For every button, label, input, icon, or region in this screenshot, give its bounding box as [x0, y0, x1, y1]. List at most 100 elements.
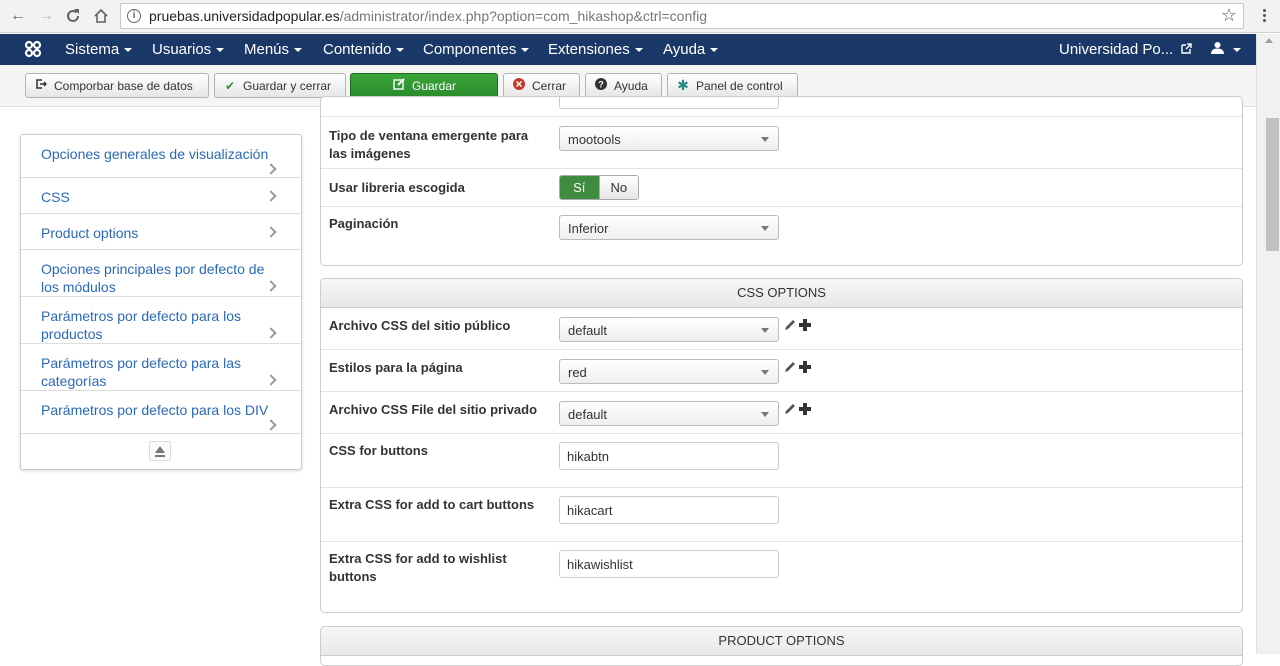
css-wishlist-label: Extra CSS for add to wishlist buttons	[329, 551, 507, 584]
menu-componentes-label: Componentes	[423, 41, 517, 58]
popup-type-select[interactable]: mootools	[559, 126, 779, 151]
css-backend-label: Archivo CSS File del sitio privado	[329, 402, 538, 417]
sign-out-icon	[34, 78, 48, 93]
site-link[interactable]: Universidad Po...	[1059, 41, 1193, 58]
plus-icon[interactable]	[798, 360, 812, 374]
collapse-menu-button[interactable]	[149, 441, 171, 461]
browser-toolbar: ← → i pruebas.universidadpopular.es/admi…	[0, 0, 1280, 33]
sidemenu-item-label: Parámetros por defecto para los DIV	[41, 402, 269, 418]
home-icon[interactable]	[91, 6, 111, 26]
css-frontend-label: Archivo CSS del sitio público	[329, 318, 511, 333]
css-style-label: Estilos para la página	[329, 360, 463, 375]
css-backend-select[interactable]: default	[559, 401, 779, 426]
pagination-label: Paginación	[329, 216, 399, 231]
menu-extensiones[interactable]: Extensiones	[548, 41, 643, 58]
chevron-right-icon	[265, 419, 277, 431]
chevron-down-icon	[396, 48, 405, 53]
chevron-down-icon	[124, 48, 133, 53]
sidemenu-item-modules[interactable]: Opciones principales por defecto de los …	[21, 250, 301, 297]
css-cart-row: Extra CSS for add to cart buttons hikaca…	[321, 488, 1242, 542]
sidemenu-item-label: CSS	[41, 189, 70, 205]
save-button[interactable]: Guardar	[350, 73, 498, 98]
url-path: /administrator/index.php?option=com_hika…	[339, 8, 708, 24]
menu-menus-label: Menús	[244, 41, 290, 58]
sidemenu-item-label: Opciones generales de visualización	[41, 146, 269, 162]
chevron-down-icon	[294, 48, 303, 53]
partial-input	[559, 97, 779, 109]
sidemenu-item-div-defaults[interactable]: Parámetros por defecto para los DIV	[21, 391, 301, 434]
css-frontend-select[interactable]: default	[559, 317, 779, 342]
save-label: Guardar	[411, 78, 457, 93]
css-buttons-input[interactable]: hikabtn	[559, 442, 779, 470]
scroll-up-icon[interactable]	[1265, 38, 1273, 43]
address-bar[interactable]: i pruebas.universidadpopular.es/administ…	[120, 3, 1244, 29]
toggle-no-button[interactable]: No	[598, 176, 638, 199]
close-button[interactable]: Cerrar	[503, 73, 580, 98]
menu-componentes[interactable]: Componentes	[423, 41, 530, 58]
css-cart-input[interactable]: hikacart	[559, 496, 779, 524]
info-icon[interactable]: i	[127, 9, 141, 23]
user-menu[interactable]	[1211, 41, 1241, 58]
sidemenu-item-label: Parámetros por defecto para los producto…	[41, 308, 241, 342]
sidemenu-item-products-defaults[interactable]: Parámetros por defecto para los producto…	[21, 297, 301, 344]
help-button[interactable]: ? Ayuda	[585, 73, 662, 98]
plus-icon[interactable]	[798, 402, 812, 416]
eject-icon	[155, 446, 165, 453]
sidemenu-item-categories-defaults[interactable]: Parámetros por defecto para las categorí…	[21, 344, 301, 391]
scrollbar-thumb[interactable]	[1266, 118, 1279, 251]
question-circle-icon: ?	[594, 78, 608, 93]
back-icon[interactable]: ←	[8, 6, 28, 26]
chevron-down-icon	[216, 48, 225, 53]
css-buttons-row: CSS for buttons hikabtn	[321, 434, 1242, 488]
css-cart-label: Extra CSS for add to cart buttons	[329, 497, 535, 512]
check-database-label: Comporbar base de datos	[54, 78, 193, 93]
control-panel-button[interactable]: ✱ Panel de control	[667, 73, 798, 98]
menu-contenido[interactable]: Contenido	[323, 41, 405, 58]
menu-menus[interactable]: Menús	[244, 41, 303, 58]
popup-type-row: Tipo de ventana emergente para las imáge…	[321, 117, 1242, 169]
toggle-yes-button[interactable]: Sí	[560, 176, 599, 199]
css-style-select[interactable]: red	[559, 359, 779, 384]
site-link-label: Universidad Po...	[1059, 41, 1174, 58]
pencil-icon[interactable]	[783, 318, 797, 332]
sidemenu-item-display[interactable]: Opciones generales de visualización	[21, 135, 301, 178]
chevron-down-icon	[1233, 48, 1241, 53]
pencil-icon[interactable]	[783, 360, 797, 374]
menu-sistema[interactable]: Sistema	[65, 41, 133, 58]
menu-usuarios-label: Usuarios	[152, 41, 212, 58]
product-options-panel: PRODUCT OPTIONS	[320, 626, 1243, 666]
forward-icon[interactable]: →	[36, 6, 56, 26]
browser-menu-icon[interactable]	[1256, 7, 1272, 25]
close-circle-icon	[512, 78, 526, 93]
url-text: pruebas.universidadpopular.es/administra…	[149, 8, 707, 24]
css-buttons-label: CSS for buttons	[329, 443, 428, 458]
chevron-down-icon	[710, 48, 719, 53]
panel-row-partial	[321, 97, 1242, 117]
menu-ayuda[interactable]: Ayuda	[663, 41, 719, 58]
menu-contenido-label: Contenido	[323, 41, 392, 58]
pagination-select[interactable]: Inferior	[559, 215, 779, 240]
bookmark-star-icon[interactable]: ☆	[1221, 5, 1237, 26]
css-options-title: CSS OPTIONS	[321, 279, 1242, 308]
menu-usuarios[interactable]: Usuarios	[152, 41, 225, 58]
save-close-label: Guardar y cerrar	[243, 78, 332, 93]
menu-sistema-label: Sistema	[65, 41, 120, 58]
sidemenu-item-css[interactable]: CSS	[21, 178, 301, 214]
check-database-button[interactable]: Comporbar base de datos	[25, 73, 209, 98]
page-scrollbar[interactable]	[1256, 34, 1280, 654]
pencil-icon[interactable]	[783, 402, 797, 416]
save-close-button[interactable]: ✔ Guardar y cerrar	[214, 73, 346, 98]
use-library-label: Usar libreria escogida	[329, 180, 465, 195]
joomla-logo-icon[interactable]	[24, 40, 42, 58]
user-icon	[1211, 42, 1224, 54]
css-wishlist-input[interactable]: hikawishlist	[559, 550, 779, 578]
css-backend-row: Archivo CSS File del sitio privado defau…	[321, 392, 1242, 434]
help-label: Ayuda	[614, 78, 648, 93]
sidemenu-item-label: Opciones principales por defecto de los …	[41, 261, 265, 295]
sidemenu-item-product-options[interactable]: Product options	[21, 214, 301, 250]
display-options-panel: Tipo de ventana emergente para las imáge…	[320, 96, 1243, 266]
sidemenu-item-label: Parámetros por defecto para las categorí…	[41, 355, 241, 389]
css-style-row: Estilos para la página red	[321, 350, 1242, 392]
plus-icon[interactable]	[798, 318, 812, 332]
reload-icon[interactable]	[63, 6, 83, 26]
